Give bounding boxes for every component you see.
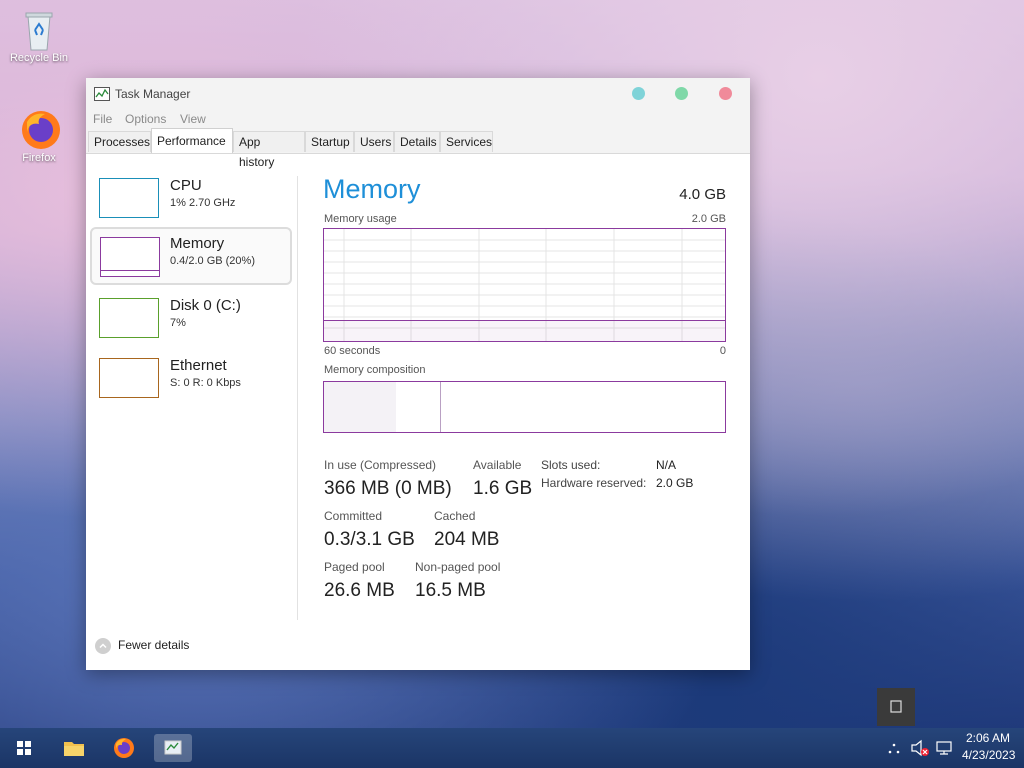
minimize-button[interactable] (632, 87, 645, 100)
memory-total: 4.0 GB (679, 186, 726, 203)
cpu-thumbnail (99, 178, 159, 218)
desktop-icon-label: Firefox (22, 152, 56, 164)
disk-thumbnail (99, 298, 159, 338)
sidebar-item-label: CPU (170, 177, 202, 194)
committed-value: 0.3/3.1 GB (324, 529, 415, 550)
memory-thumbnail (100, 237, 160, 277)
sidebar-item-memory[interactable]: Memory 0.4/2.0 GB (20%) (90, 227, 292, 285)
available-label: Available (473, 458, 522, 472)
clock-date: 4/23/2023 (962, 748, 1016, 762)
firefox-icon (19, 108, 60, 149)
tab-details[interactable]: Details (394, 131, 440, 152)
composition-standby (400, 382, 441, 432)
tab-app-history[interactable]: App history (233, 131, 305, 169)
sidebar-item-label: Memory (170, 235, 225, 252)
memory-thumbnail-level (101, 270, 159, 271)
memory-usage-graph (323, 228, 726, 342)
desktop-icon-label: Recycle Bin (9, 52, 69, 64)
cached-label: Cached (434, 509, 476, 523)
volume-muted-icon[interactable] (910, 739, 930, 760)
folder-icon (64, 742, 84, 756)
file-explorer-button[interactable] (59, 734, 89, 762)
composition-in-use (324, 382, 397, 432)
menu-options[interactable]: Options (125, 112, 166, 126)
title-bar[interactable]: Task Manager (86, 78, 750, 110)
sidebar-item-sub: 7% (170, 317, 186, 329)
window-title: Task Manager (115, 87, 191, 101)
tab-processes[interactable]: Processes (88, 131, 151, 152)
committed-label: Committed (324, 509, 383, 523)
tray-overflow-icon[interactable] (886, 740, 902, 759)
pane-divider (297, 176, 298, 620)
close-button[interactable] (719, 87, 732, 100)
fewer-details-button[interactable]: Fewer details (95, 638, 189, 654)
sidebar-item-cpu[interactable]: CPU 1% 2.70 GHz (90, 170, 292, 228)
memory-composition-label: Memory composition (324, 364, 426, 376)
menu-view[interactable]: View (180, 112, 206, 126)
tab-startup[interactable]: Startup (305, 131, 354, 152)
ethernet-thumbnail (99, 358, 159, 398)
paged-pool-value: 26.6 MB (324, 580, 395, 601)
chevron-up-icon (95, 638, 111, 654)
slots-used-label: Slots used: (541, 458, 601, 472)
task-manager-taskbar-button[interactable] (154, 734, 192, 762)
hardware-reserved-label: Hardware reserved: (541, 476, 647, 490)
tab-services[interactable]: Services (440, 131, 493, 152)
network-icon[interactable] (935, 739, 953, 760)
task-manager-icon (164, 740, 182, 755)
cached-value: 204 MB (434, 529, 500, 550)
sidebar-item-disk[interactable]: Disk 0 (C:) 7% (90, 290, 292, 348)
maximize-button[interactable] (675, 87, 688, 100)
memory-heading: Memory (323, 174, 421, 204)
show-desktop-button[interactable] (877, 688, 915, 726)
non-paged-pool-value: 16.5 MB (415, 580, 486, 601)
windows-logo-icon (17, 741, 31, 755)
tab-strip: Processes Performance App history Startu… (86, 128, 750, 169)
paged-pool-label: Paged pool (324, 560, 385, 574)
sidebar-item-sub: 1% 2.70 GHz (170, 197, 236, 209)
slots-used-value: N/A (656, 458, 677, 472)
in-use-label: In use (Compressed) (324, 458, 437, 472)
window-icon (890, 700, 902, 713)
fewer-details-label: Fewer details (118, 638, 190, 653)
graph-axis-right: 0 (719, 345, 726, 357)
memory-usage-fill (324, 319, 725, 341)
taskbar: 2:06 AM 4/23/2023 (0, 728, 1024, 768)
sidebar-item-label: Disk 0 (C:) (170, 297, 241, 314)
clock[interactable]: 2:06 AM 4/23/2023 (962, 731, 1016, 762)
task-manager-window: Task Manager File Options View Processes… (86, 78, 750, 670)
memory-usage-label: Memory usage (324, 213, 397, 225)
memory-composition-bar (323, 381, 726, 433)
menu-bar: File Options View (86, 110, 750, 130)
sidebar-item-sub: S: 0 R: 0 Kbps (170, 377, 241, 389)
tab-performance[interactable]: Performance (151, 128, 233, 153)
tab-users[interactable]: Users (354, 131, 394, 152)
sidebar-item-sub: 0.4/2.0 GB (20%) (170, 255, 255, 267)
desktop-icon-recycle-bin[interactable]: Recycle Bin (4, 8, 74, 64)
memory-usage-max: 2.0 GB (691, 213, 726, 225)
start-button[interactable] (9, 734, 39, 762)
recycle-bin-icon (19, 8, 59, 51)
in-use-value: 366 MB (0 MB) (324, 478, 452, 499)
firefox-taskbar-button[interactable] (109, 734, 139, 762)
non-paged-pool-label: Non-paged pool (415, 560, 501, 574)
graph-axis-left: 60 seconds (324, 345, 381, 357)
menu-file[interactable]: File (93, 112, 112, 126)
clock-time: 2:06 AM (965, 731, 1011, 745)
task-manager-icon (94, 87, 110, 101)
available-value: 1.6 GB (473, 478, 533, 499)
sidebar-item-label: Ethernet (170, 357, 227, 374)
hardware-reserved-value: 2.0 GB (656, 476, 694, 490)
sidebar-item-ethernet[interactable]: Ethernet S: 0 R: 0 Kbps (90, 350, 292, 408)
firefox-icon (114, 738, 134, 758)
desktop-icon-firefox[interactable]: Firefox (4, 108, 74, 164)
